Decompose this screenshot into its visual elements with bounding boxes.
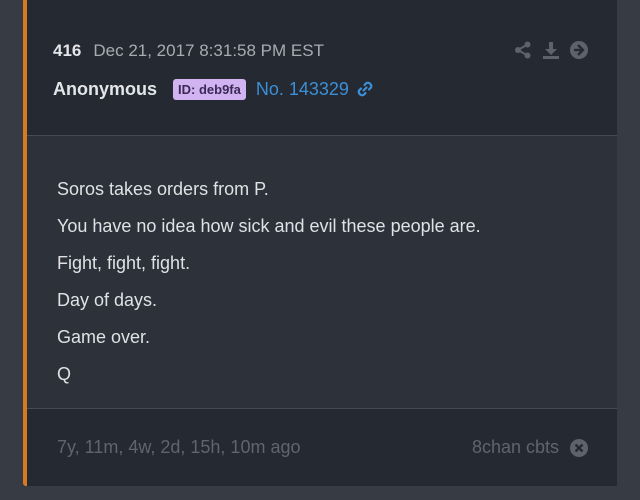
post-number: 416 — [53, 41, 82, 60]
post-card: 416 Dec 21, 2017 8:31:58 PM EST Anonymou… — [23, 0, 617, 486]
close-circle-icon[interactable] — [569, 438, 589, 458]
post-body-line: Soros takes orders from P. — [57, 179, 269, 199]
source-label: 8chan cbts — [471, 437, 559, 457]
post-footer: 7y, 11m, 4w, 2d, 15h, 10m ago 8chan cbts — [27, 409, 617, 486]
post-body-line: Q — [57, 364, 72, 384]
post-body-lines: Soros takes orders from P. You have no i… — [57, 176, 481, 398]
post-number-link-label[interactable]: No. 143329 — [256, 79, 349, 100]
post-body-line: Day of days. — [57, 290, 158, 310]
post-actions — [513, 40, 589, 60]
post-body-line: Fight, fight, fight. — [57, 253, 191, 273]
relative-time: 7y, 11m, 4w, 2d, 15h, 10m ago — [57, 437, 301, 457]
poster-id-badge[interactable]: ID: deb9fa — [173, 78, 246, 100]
post-body-line: You have no idea how sick and evil these… — [57, 216, 481, 236]
arrow-right-circle-icon[interactable] — [569, 40, 589, 60]
author-line: Anonymous ID: deb9fa No. 143329 — [53, 77, 375, 101]
post-body-line: Game over. — [57, 327, 151, 347]
post-date: Dec 21, 2017 8:31:58 PM EST — [93, 41, 324, 60]
link-icon[interactable] — [355, 79, 375, 99]
author-name: Anonymous — [53, 78, 158, 99]
post-body: Soros takes orders from P. You have no i… — [27, 136, 617, 409]
download-icon[interactable] — [541, 40, 561, 60]
post-meta: 416 Dec 21, 2017 8:31:58 PM EST — [53, 40, 324, 62]
share-icon[interactable] — [513, 40, 533, 60]
post-number-link[interactable]: No. 143329 — [256, 79, 375, 100]
source-info: 8chan cbts — [472, 437, 589, 458]
post-header: 416 Dec 21, 2017 8:31:58 PM EST Anonymou… — [27, 0, 617, 136]
